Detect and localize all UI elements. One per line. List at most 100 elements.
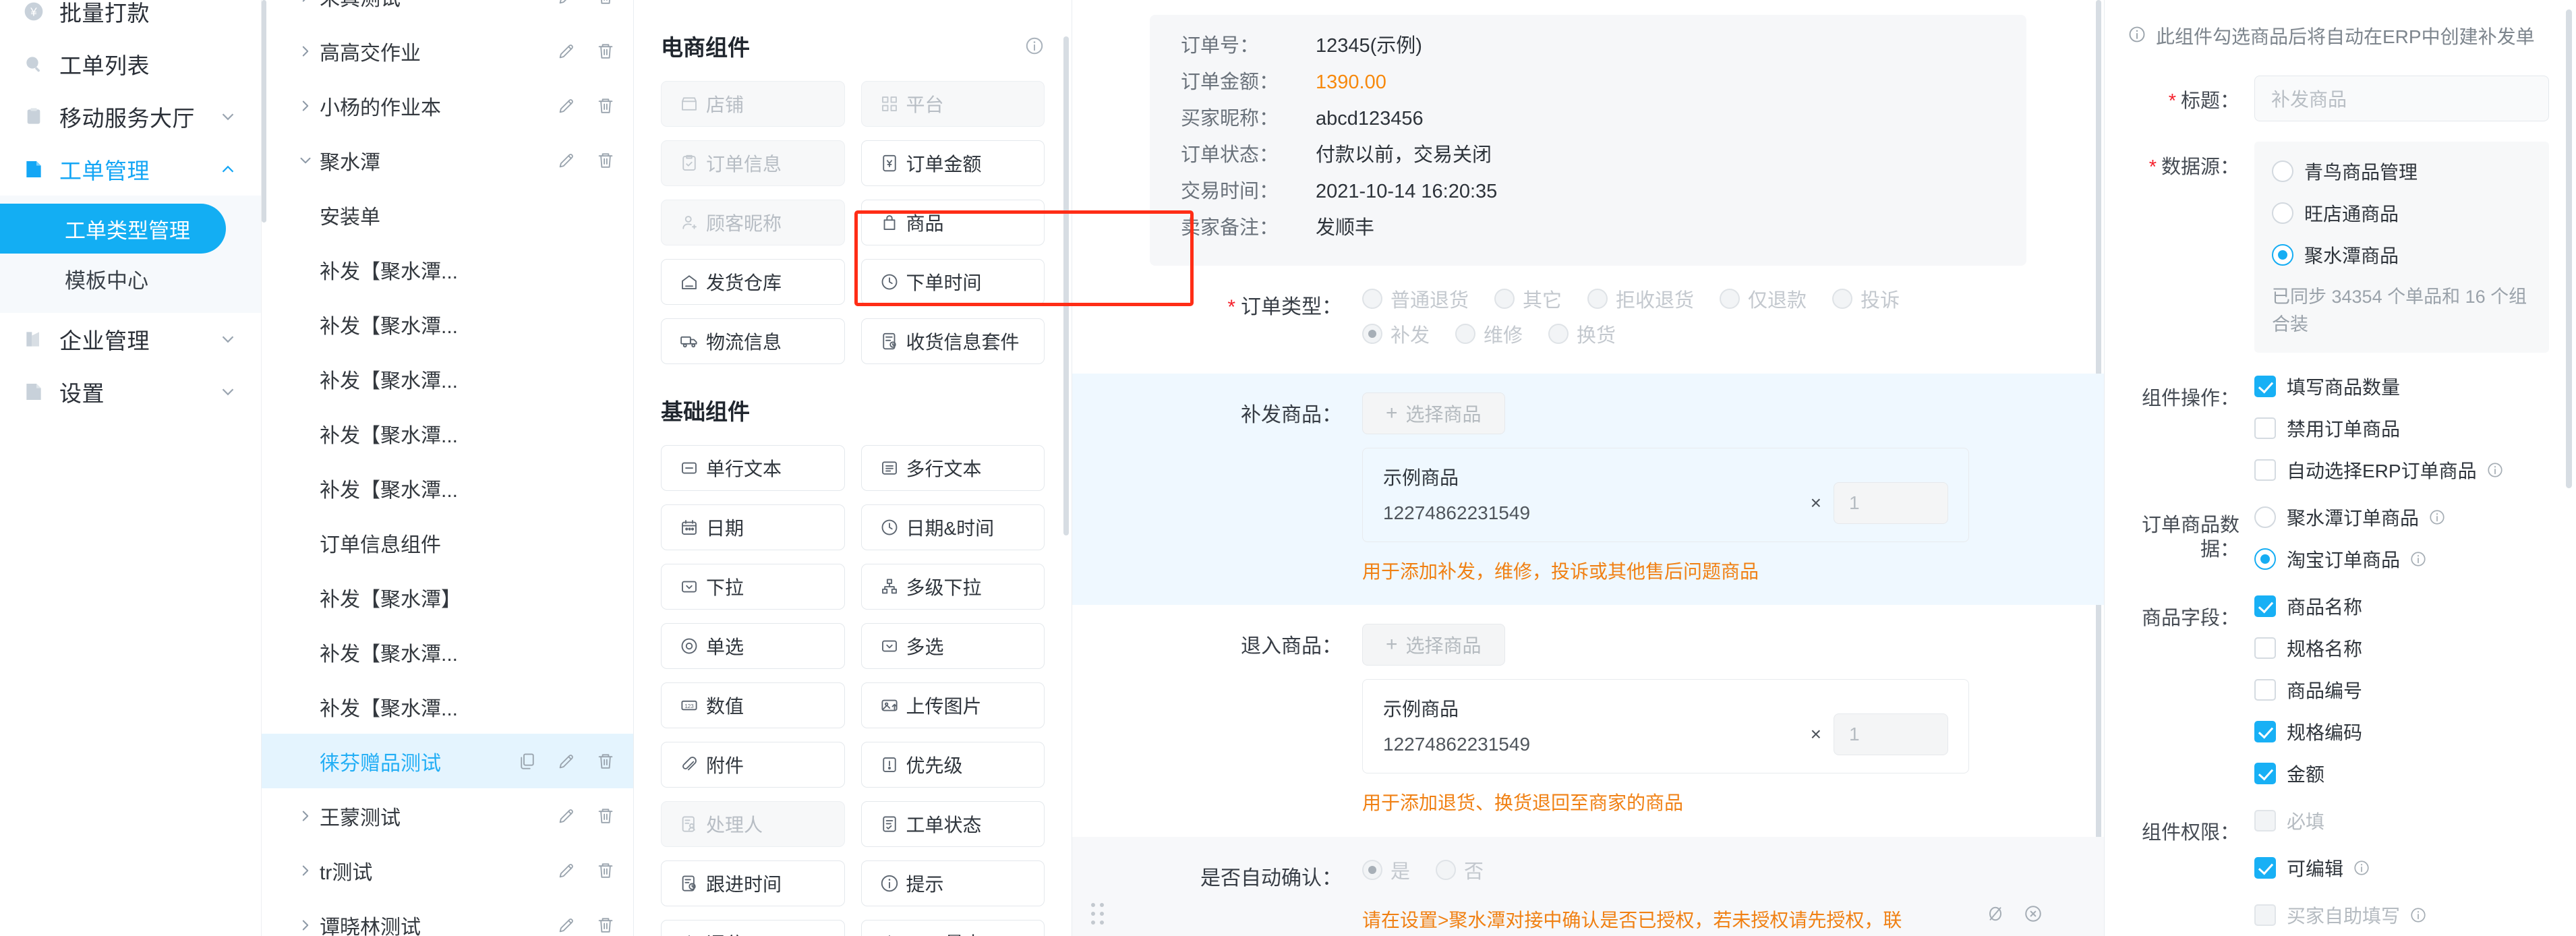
datasource-option-0[interactable]: 青鸟商品管理 — [2272, 158, 2531, 185]
form-row-return-products[interactable]: 退入商品： + 选择商品 示例商品 12274862231549 × 1 用于添… — [1072, 605, 2104, 836]
tree-row[interactable]: 补发【聚水潭】 — [262, 570, 633, 624]
title-input[interactable]: 补发商品 — [2254, 76, 2549, 121]
palette-chip-basic-15[interactable]: 提示 — [860, 860, 1045, 906]
sidebar-item-template-center[interactable]: 模板中心 — [0, 254, 261, 303]
delete-icon[interactable] — [595, 751, 616, 771]
palette-chip-basic-3[interactable]: 日期&时间 — [860, 504, 1045, 550]
component-ops-checkbox-2[interactable]: 自动选择ERP订单商品 — [2254, 457, 2549, 484]
chevron-down-icon[interactable] — [218, 382, 238, 402]
edit-icon[interactable] — [556, 751, 577, 771]
info-circle-icon[interactable] — [1024, 36, 1045, 56]
chevron-right-icon[interactable] — [291, 916, 320, 934]
delete-icon[interactable] — [595, 96, 616, 116]
delete-icon[interactable] — [595, 860, 616, 881]
eye-off-icon[interactable] — [1985, 904, 2006, 924]
palette-scrollbar[interactable] — [1063, 36, 1069, 535]
info-circle-icon[interactable] — [2409, 550, 2427, 568]
order-type-option-2[interactable]: 拒收退货 — [1587, 285, 1694, 313]
delete-icon[interactable] — [595, 915, 616, 935]
sidebar-item-ticket-list[interactable]: 工单列表 — [0, 38, 261, 90]
info-circle-icon[interactable] — [2428, 508, 2446, 526]
chevron-right-icon[interactable] — [291, 807, 320, 825]
palette-chip-ecom-7[interactable]: 下单时间 — [860, 259, 1045, 305]
palette-chip-basic-2[interactable]: 日期 — [661, 504, 845, 550]
tree-row[interactable]: 朱真测试 — [262, 0, 633, 24]
order-type-option-0[interactable]: 普通退货 — [1362, 285, 1469, 313]
properties-scrollbar[interactable] — [2566, 9, 2572, 488]
form-row-resend-products[interactable]: 补发商品： + 选择商品 示例商品 12274862231549 × 1 用于添… — [1072, 374, 2104, 606]
sidebar-item-enterprise-management[interactable]: 企业管理 — [0, 313, 261, 365]
info-circle-icon[interactable] — [2409, 906, 2427, 924]
delete-icon[interactable] — [595, 41, 616, 61]
delete-icon[interactable] — [595, 806, 616, 826]
order-product-data-option-0[interactable]: 聚水潭订单商品 — [2254, 504, 2549, 531]
info-circle-icon[interactable] — [2353, 859, 2370, 877]
palette-chip-ecom-8[interactable]: 物流信息 — [661, 318, 845, 364]
auto-confirm-option-1[interactable]: 否 — [1436, 856, 1484, 884]
order-type-option-1[interactable]: 其它 — [1494, 285, 1562, 313]
tree-row[interactable]: 补发【聚水潭... — [262, 461, 633, 515]
chevron-down-icon[interactable] — [218, 329, 238, 349]
auto-confirm-option-0[interactable]: 是 — [1362, 856, 1410, 884]
select-resend-product-button[interactable]: + 选择商品 — [1362, 392, 1505, 434]
copy-icon[interactable] — [517, 751, 537, 771]
chevron-up-icon[interactable] — [218, 159, 238, 179]
palette-chip-basic-9[interactable]: 上传图片 — [860, 682, 1045, 728]
product-fields-checkbox-2[interactable]: 商品编号 — [2254, 676, 2549, 703]
tree-row[interactable]: 王蒙测试 — [262, 788, 633, 843]
order-type-option-4[interactable]: 投诉 — [1832, 285, 1900, 313]
palette-chip-basic-4[interactable]: 下拉 — [661, 564, 845, 610]
palette-chip-basic-11[interactable]: 优先级 — [860, 742, 1045, 788]
sidebar-item-batch-payment[interactable]: ¥ 批量打款 — [0, 0, 261, 38]
palette-chip-basic-17[interactable]: NPS量表 — [860, 920, 1045, 936]
sidebar-item-settings[interactable]: 设置 — [0, 365, 261, 418]
info-circle-icon[interactable] — [2486, 461, 2504, 479]
palette-chip-ecom-9[interactable]: 收货信息套件 — [860, 318, 1045, 364]
return-quantity-input[interactable]: 1 — [1834, 713, 1948, 756]
order-type-option-6[interactable]: 维修 — [1455, 320, 1523, 348]
edit-icon[interactable] — [556, 150, 577, 171]
edit-icon[interactable] — [556, 41, 577, 61]
palette-chip-basic-16[interactable]: 评分 — [661, 920, 845, 936]
component-ops-checkbox-0[interactable]: 填写商品数量 — [2254, 373, 2549, 400]
chevron-right-icon[interactable] — [291, 97, 320, 115]
chevron-down-icon[interactable] — [218, 107, 238, 127]
tree-row[interactable]: 高高交作业 — [262, 24, 633, 78]
palette-chip-ecom-3[interactable]: 订单金额 — [860, 140, 1045, 186]
drag-handle-icon[interactable] — [1091, 903, 1104, 925]
palette-chip-basic-10[interactable]: 附件 — [661, 742, 845, 788]
resend-quantity-input[interactable]: 1 — [1834, 482, 1948, 524]
order-type-option-7[interactable]: 换货 — [1548, 320, 1616, 348]
tree-row[interactable]: 补发【聚水潭... — [262, 242, 633, 297]
palette-chip-basic-7[interactable]: 多选 — [860, 623, 1045, 669]
order-type-radio-group[interactable]: 普通退货 其它 拒收退货 仅退款 投诉 补发 维修 换货 — [1362, 285, 2104, 355]
product-fields-checkbox-1[interactable]: 规格名称 — [2254, 635, 2549, 662]
edit-icon[interactable] — [556, 806, 577, 826]
tree-row[interactable]: tr测试 — [262, 843, 633, 898]
tree-row[interactable]: 徕芬赠品测试 — [262, 734, 633, 788]
form-row-order-type[interactable]: * 订单类型： 普通退货 其它 拒收退货 仅退款 投诉 补发 维修 换货 — [1072, 266, 2104, 374]
close-circle-icon[interactable] — [2023, 904, 2043, 924]
palette-chip-basic-0[interactable]: 单行文本 — [661, 445, 845, 491]
sidebar-item-ticket-management[interactable]: 工单管理 — [0, 143, 261, 196]
palette-chip-ecom-6[interactable]: 发货仓库 — [661, 259, 845, 305]
chevron-right-icon[interactable] — [291, 0, 320, 5]
palette-chip-basic-1[interactable]: 多行文本 — [860, 445, 1045, 491]
product-fields-checkbox-3[interactable]: 规格编码 — [2254, 718, 2549, 745]
select-return-product-button[interactable]: + 选择商品 — [1362, 624, 1505, 666]
form-row-auto-confirm[interactable]: 是否自动确认： 是否 请在设置>聚水潭对接中确认是否已授权，若未授权请先授权，联… — [1072, 836, 2104, 936]
delete-icon[interactable] — [595, 0, 616, 7]
chevron-right-icon[interactable] — [291, 42, 320, 60]
edit-icon[interactable] — [556, 915, 577, 935]
tree-row[interactable]: 聚水潭 — [262, 133, 633, 187]
sidebar-item-ticket-type-management[interactable]: 工单类型管理 — [0, 204, 226, 254]
order-type-option-5[interactable]: 补发 — [1362, 320, 1430, 348]
sidebar-item-mobile-hall[interactable]: 移动服务大厅 — [0, 90, 261, 143]
chevron-down-icon[interactable] — [291, 152, 320, 169]
edit-icon[interactable] — [556, 96, 577, 116]
palette-chip-ecom-5[interactable]: 商品 — [860, 200, 1045, 245]
datasource-option-2[interactable]: 聚水潭商品 — [2272, 241, 2531, 268]
tree-row[interactable]: 谭晓林测试 — [262, 898, 633, 936]
edit-icon[interactable] — [556, 860, 577, 881]
palette-chip-basic-8[interactable]: 123 数值 — [661, 682, 845, 728]
